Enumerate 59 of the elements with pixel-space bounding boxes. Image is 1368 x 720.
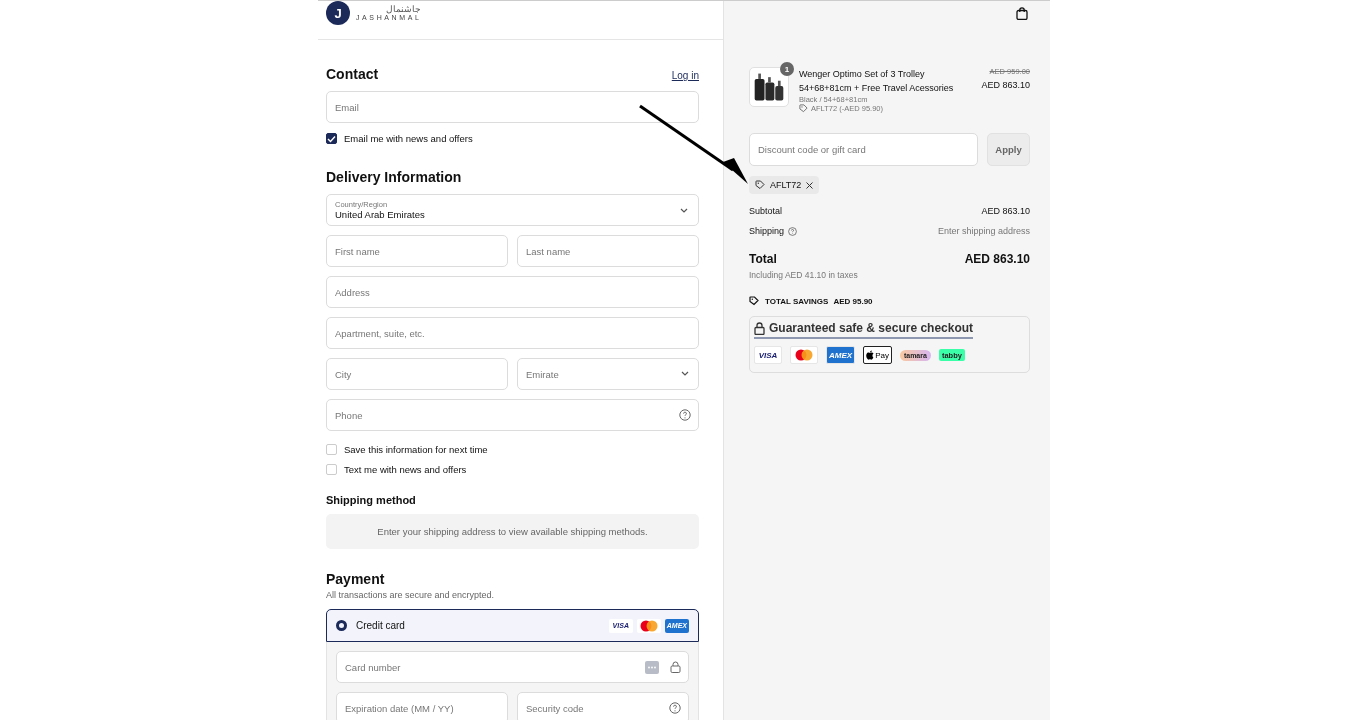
shipping-value: Enter shipping address [937,226,1030,236]
mastercard-icon [790,346,818,364]
subtotal-value: AED 863.10 [981,206,1030,216]
login-link[interactable]: Log in [671,70,699,81]
checkbox-label: Text me with news and offers [344,464,467,475]
total-value: AED 863.10 [964,252,1030,266]
discount-field[interactable]: Discount code or gift card [749,133,978,166]
tax-note: Including AED 41.10 in taxes [749,270,859,280]
amex-badge: AMEX [826,346,856,364]
input-field[interactable]: First name [326,235,508,267]
tag-icon [799,104,808,113]
section-title: Contact [326,66,379,82]
tag-icon [749,296,760,306]
apple-pay-badge: Pay [863,346,892,364]
quantity-badge: 1 [780,62,794,76]
savings-label: TOTAL SAVINGS [765,296,829,306]
visa-badge: VISA [754,346,782,364]
logo-icon[interactable]: J [326,1,350,25]
discount-code: AFLT72 [770,180,802,190]
section-title: Shipping method [326,494,417,506]
shipping-label: Shipping [749,226,785,236]
input-field[interactable]: City [326,358,508,390]
input-field[interactable]: Address [326,276,699,308]
close-icon[interactable] [806,181,814,189]
price: AED 863.10 [981,80,1030,90]
input-field[interactable]: Email [326,91,699,123]
help-icon[interactable] [669,702,681,714]
apply-button[interactable]: Apply [987,133,1030,166]
secure-checkout-title: Guaranteed safe & secure checkout [769,321,974,335]
section-title: Payment [326,571,386,587]
input-field[interactable]: Card number [336,651,689,683]
field-value: United Arab Emirates [335,209,425,220]
section-subtitle: All transactions are secure and encrypted. [326,590,496,600]
tag-icon [755,180,765,190]
lock-icon [754,321,765,335]
input-field[interactable]: Security code [517,692,689,720]
input-field[interactable]: Expiration date (MM / YY) [336,692,508,720]
chevron-down-icon [680,208,688,213]
checkbox[interactable] [326,133,337,144]
checkbox-label: Email me with news and offers [344,133,473,144]
mastercard-icon [636,618,661,633]
shipping-notice: Enter your shipping address to view available shipping methods. [326,514,699,549]
lock-icon [670,661,681,673]
logo-arabic-text: جاشنمال [386,5,422,14]
help-icon[interactable] [788,226,798,236]
subtotal-label: Subtotal [749,206,783,216]
select-field[interactable]: Emirate [517,358,699,390]
input-field[interactable]: Phone [326,399,699,431]
chevron-down-icon [681,371,689,376]
checkbox-label: Save this information for next time [344,444,488,455]
product-name: Wenger Optimo Set of 3 Trolley 54+68+81cm + Free Travel Acessories [799,68,955,95]
total-label: Total [749,252,777,266]
radio-button[interactable] [336,620,347,631]
section-title: Delivery Information [326,169,463,185]
help-icon[interactable] [679,409,691,421]
savings-value: AED 95.90 [833,296,873,306]
input-field[interactable]: Apartment, suite, etc. [326,317,699,349]
shopping-bag-icon[interactable] [1016,7,1028,20]
input-field[interactable]: Last name [517,235,699,267]
